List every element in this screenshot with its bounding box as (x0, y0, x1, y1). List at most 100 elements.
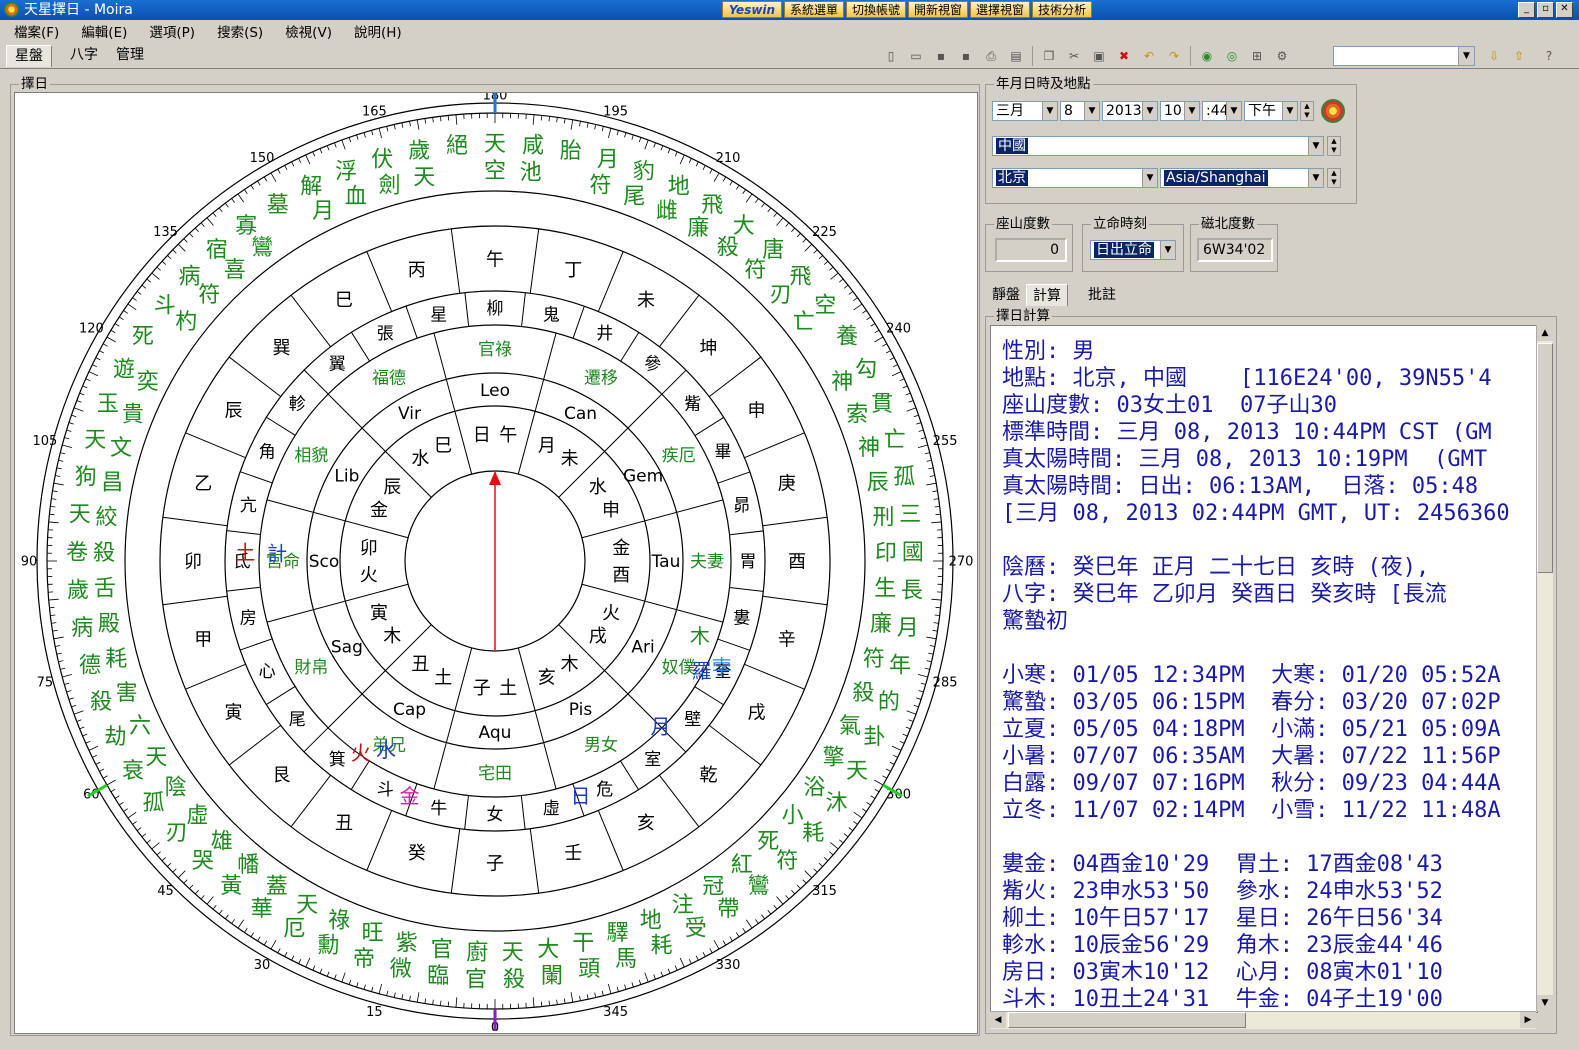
paste-icon[interactable]: ▣ (1088, 46, 1110, 66)
hour-select[interactable]: 10 ▼ (1160, 101, 1200, 121)
calc-text-panel[interactable]: 性別: 男地點: 北京, 中國 [116E24'00, 39N55'4 座山度數:… (990, 325, 1538, 1013)
degree-label: 240 (886, 322, 911, 337)
menu-view[interactable]: 檢視(V) (271, 21, 340, 41)
timezone-spinner[interactable]: ▲ ▼ (1327, 168, 1341, 188)
vertical-scroll-thumb[interactable] (1537, 343, 1553, 573)
outer-star-label: 衰 (122, 759, 144, 784)
chevron-down-icon[interactable]: ▼ (1142, 102, 1157, 120)
chevron-down-icon[interactable]: ▼ (1184, 102, 1199, 120)
grid-icon[interactable]: ⊞ (1246, 46, 1268, 66)
month-select[interactable]: 三月 ▼ (992, 101, 1058, 121)
calc-line: 八字: 癸巳年 乙卯月 癸酉日 癸亥時 [長流 (1002, 582, 1447, 607)
chevron-down-icon[interactable]: ▼ (1042, 102, 1057, 120)
chevron-down-icon[interactable]: ▼ (1084, 102, 1099, 120)
palace-label: 夫妻 (690, 552, 724, 572)
print-preview-icon[interactable]: ▤ (1005, 46, 1027, 66)
scroll-right-icon[interactable]: ▶ (1520, 1012, 1536, 1028)
chart-refresh-icon[interactable] (1321, 99, 1345, 123)
ampm-select[interactable]: 下午 ▼ (1244, 101, 1298, 121)
tab-calculation[interactable]: 計算 (1026, 284, 1068, 306)
magnetic-degree-field[interactable]: 6W34'02 (1197, 238, 1273, 262)
chevron-down-icon[interactable]: ▼ (1308, 137, 1323, 155)
close-button[interactable]: ✕ (1556, 2, 1573, 18)
tab-manage[interactable]: 管理 (108, 45, 152, 66)
menu-file[interactable]: 檔案(F) (0, 21, 67, 41)
title-tab-3[interactable]: 開新視窗 (908, 1, 969, 18)
chevron-down-icon[interactable]: ▼ (1160, 241, 1175, 259)
delete-icon[interactable]: ✖ (1113, 46, 1135, 66)
cut-icon[interactable]: ✂ (1063, 46, 1085, 66)
scroll-down-icon[interactable]: ▼ (1537, 995, 1553, 1011)
chart-wheel-icon[interactable]: ◎ (1221, 46, 1243, 66)
city-select[interactable]: 北京 ▼ (992, 168, 1158, 188)
settings-icon[interactable]: ⚙ (1271, 46, 1293, 66)
chevron-down-icon[interactable]: ▼ (1142, 169, 1157, 187)
degree-tick (114, 795, 120, 799)
country-select[interactable]: 中國 ▼ (992, 136, 1324, 156)
degree-tick (722, 176, 727, 182)
timezone-select[interactable]: Asia/Shanghai ▼ (1160, 168, 1324, 188)
outer-star-label: 幡 (237, 853, 259, 878)
restore-button[interactable]: ▫ (1537, 2, 1554, 18)
year-select[interactable]: 2013 ▼ (1102, 101, 1158, 121)
chart-area[interactable]: 0153045607590105120135150165180195210225… (14, 89, 978, 1036)
degree-tick (106, 779, 116, 786)
upload-icon[interactable]: ⇧ (1508, 46, 1530, 66)
chevron-down-icon[interactable]: ▼ (1226, 102, 1241, 120)
vertical-scrollbar[interactable]: ▲ ▼ (1536, 325, 1553, 1011)
brand-logo[interactable]: Yeswin (722, 1, 782, 18)
open-folder-icon[interactable]: ▭ (905, 46, 927, 66)
menu-search[interactable]: 搜索(S) (203, 21, 271, 41)
copy-icon[interactable]: ❐ (1038, 46, 1060, 66)
title-tab-4[interactable]: 選擇視窗 (970, 1, 1031, 18)
title-tab-2[interactable]: 切換帳號 (846, 1, 907, 18)
toolbar-combo[interactable]: ▼ (1333, 46, 1475, 66)
degree-tick (839, 839, 844, 844)
scroll-up-icon[interactable]: ▲ (1537, 325, 1553, 341)
degree-tick (141, 284, 147, 289)
country-spinner[interactable]: ▲ ▼ (1327, 136, 1341, 156)
menu-options[interactable]: 選項(P) (135, 21, 203, 41)
save-as-icon[interactable]: ▪ (955, 46, 977, 66)
mansion-divider (694, 417, 724, 436)
chart-wheel[interactable]: 0153045607590105120135150165180195210225… (15, 89, 975, 1036)
outer-star-label: 印 (875, 541, 897, 566)
print-icon[interactable]: ⎙ (980, 46, 1002, 66)
tab-annotation[interactable]: 批註 (1082, 284, 1122, 306)
minute-select[interactable]: :44 ▼ (1202, 101, 1242, 121)
scroll-left-icon[interactable]: ◀ (990, 1012, 1006, 1028)
undo-icon[interactable]: ↶ (1138, 46, 1160, 66)
outer-star-label: 墓 (267, 193, 289, 218)
save-icon[interactable]: ▪ (930, 46, 952, 66)
help-icon[interactable]: ? (1538, 46, 1560, 66)
menu-help[interactable]: 說明(H) (340, 21, 410, 41)
chevron-down-icon[interactable]: ▼ (1282, 102, 1297, 120)
branch-label: 艮 (273, 765, 291, 786)
calc-line: 座山度數: 03女土01 07子山30 (1002, 393, 1337, 418)
title-tab-1[interactable]: 系統選單 (784, 1, 845, 18)
house-element-label: 土 (499, 678, 517, 699)
tab-bazi[interactable]: 八字 (62, 45, 106, 66)
chart-time-select[interactable]: 日出立命 ▼ (1090, 240, 1176, 260)
chevron-down-icon[interactable]: ▼ (1308, 169, 1323, 187)
degree-tick (189, 884, 194, 889)
redo-icon[interactable]: ↷ (1163, 46, 1185, 66)
horizontal-scroll-thumb[interactable] (1008, 1012, 1246, 1028)
new-icon[interactable]: ▯ (880, 46, 902, 66)
menu-edit[interactable]: 編輯(E) (67, 21, 135, 41)
chart-options-icon[interactable]: ◉ (1196, 46, 1218, 66)
degree-tick (579, 121, 581, 127)
title-tab-5[interactable]: 技術分析 (1032, 1, 1093, 18)
tab-chart[interactable]: 星盤 (6, 45, 52, 67)
day-select[interactable]: 8 ▼ (1060, 101, 1100, 121)
tab-static-chart[interactable]: 靜盤 (986, 284, 1026, 306)
download-icon[interactable]: ⇩ (1483, 46, 1505, 66)
degree-tick (813, 868, 818, 873)
chevron-down-icon[interactable]: ▼ (1458, 47, 1474, 65)
time-spinner[interactable]: ▲ ▼ (1300, 101, 1314, 121)
minimize-button[interactable]: _ (1518, 2, 1535, 18)
mountain-degree-field[interactable]: 0 (995, 238, 1067, 262)
outer-star-label: 符 (198, 283, 220, 308)
branch-divider (744, 432, 805, 459)
horizontal-scrollbar[interactable]: ◀ ▶ (990, 1011, 1536, 1029)
